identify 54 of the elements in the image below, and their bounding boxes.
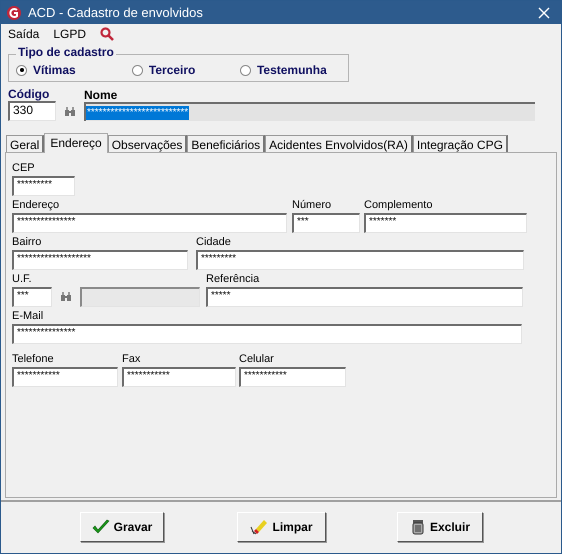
field-label: Celular [239,352,275,366]
tab[interactable]: Endereço [44,133,108,153]
field-label: Complemento [364,198,434,212]
name-field[interactable]: ************************** [84,102,535,121]
tab[interactable]: Integração CPG [412,135,508,152]
binoculars-icon[interactable] [64,107,76,117]
field-label: Endereço [12,198,60,212]
text-field[interactable]: ********* [12,176,75,196]
field-label: Referência [206,272,260,286]
radio-option[interactable]: Testemunha [240,61,348,79]
code-field[interactable]: 330 [8,101,56,121]
field-label: Bairro [12,235,42,249]
binoculars-icon[interactable] [60,292,72,302]
text-field[interactable]: *************** [12,213,287,233]
text-field[interactable]: *********** [12,367,118,387]
text-field[interactable]: *********** [122,367,236,387]
field-label: Fax [122,352,142,366]
radio-option[interactable]: Vítimas [16,61,132,79]
text-field[interactable]: ***** [206,287,523,307]
text-field[interactable]: ********* [196,250,524,270]
text-field[interactable]: *********** [239,367,346,387]
action-button[interactable]: Excluir [397,512,483,542]
checkmark-icon [92,519,110,535]
field-label: Código [8,88,50,101]
field-label: E-Mail [12,309,44,323]
tab[interactable]: Geral [6,135,44,152]
field-label: Cidade [196,235,232,249]
field-label: U.F. [12,272,33,286]
close-icon[interactable] [538,6,550,18]
text-field[interactable]: *** [292,213,360,233]
trash-can-icon [410,519,426,535]
group-title: Tipo de cadastro [16,45,116,59]
selected-text: ************************** [86,106,190,120]
text-field[interactable]: ******************* [12,250,188,270]
search-icon[interactable] [100,27,114,41]
field-label: Número [292,198,332,212]
menu-item[interactable]: LGPD [53,25,86,43]
eraser-icon [250,519,268,535]
text-field[interactable]: ******* [364,213,527,233]
field-label: Nome [84,89,118,102]
radio-option[interactable]: Terceiro [132,61,240,79]
tab[interactable]: Acidentes Envolvidos(RA) [265,135,413,152]
lookup-field[interactable] [80,287,200,307]
text-field[interactable]: *** [12,287,52,307]
tab[interactable]: Beneficiários [187,135,266,152]
menu-item[interactable]: Saída [8,25,40,43]
field-label: Telefone [12,352,55,366]
window-title: ACD - Cadastro de envolvidos [28,4,203,22]
app-logo-icon [6,4,22,20]
text-field[interactable]: *************** [12,324,522,344]
action-button[interactable]: Gravar [80,512,164,542]
tab[interactable]: Observações [108,135,188,152]
field-label: CEP [12,161,36,175]
action-button[interactable]: Limpar [237,512,326,542]
